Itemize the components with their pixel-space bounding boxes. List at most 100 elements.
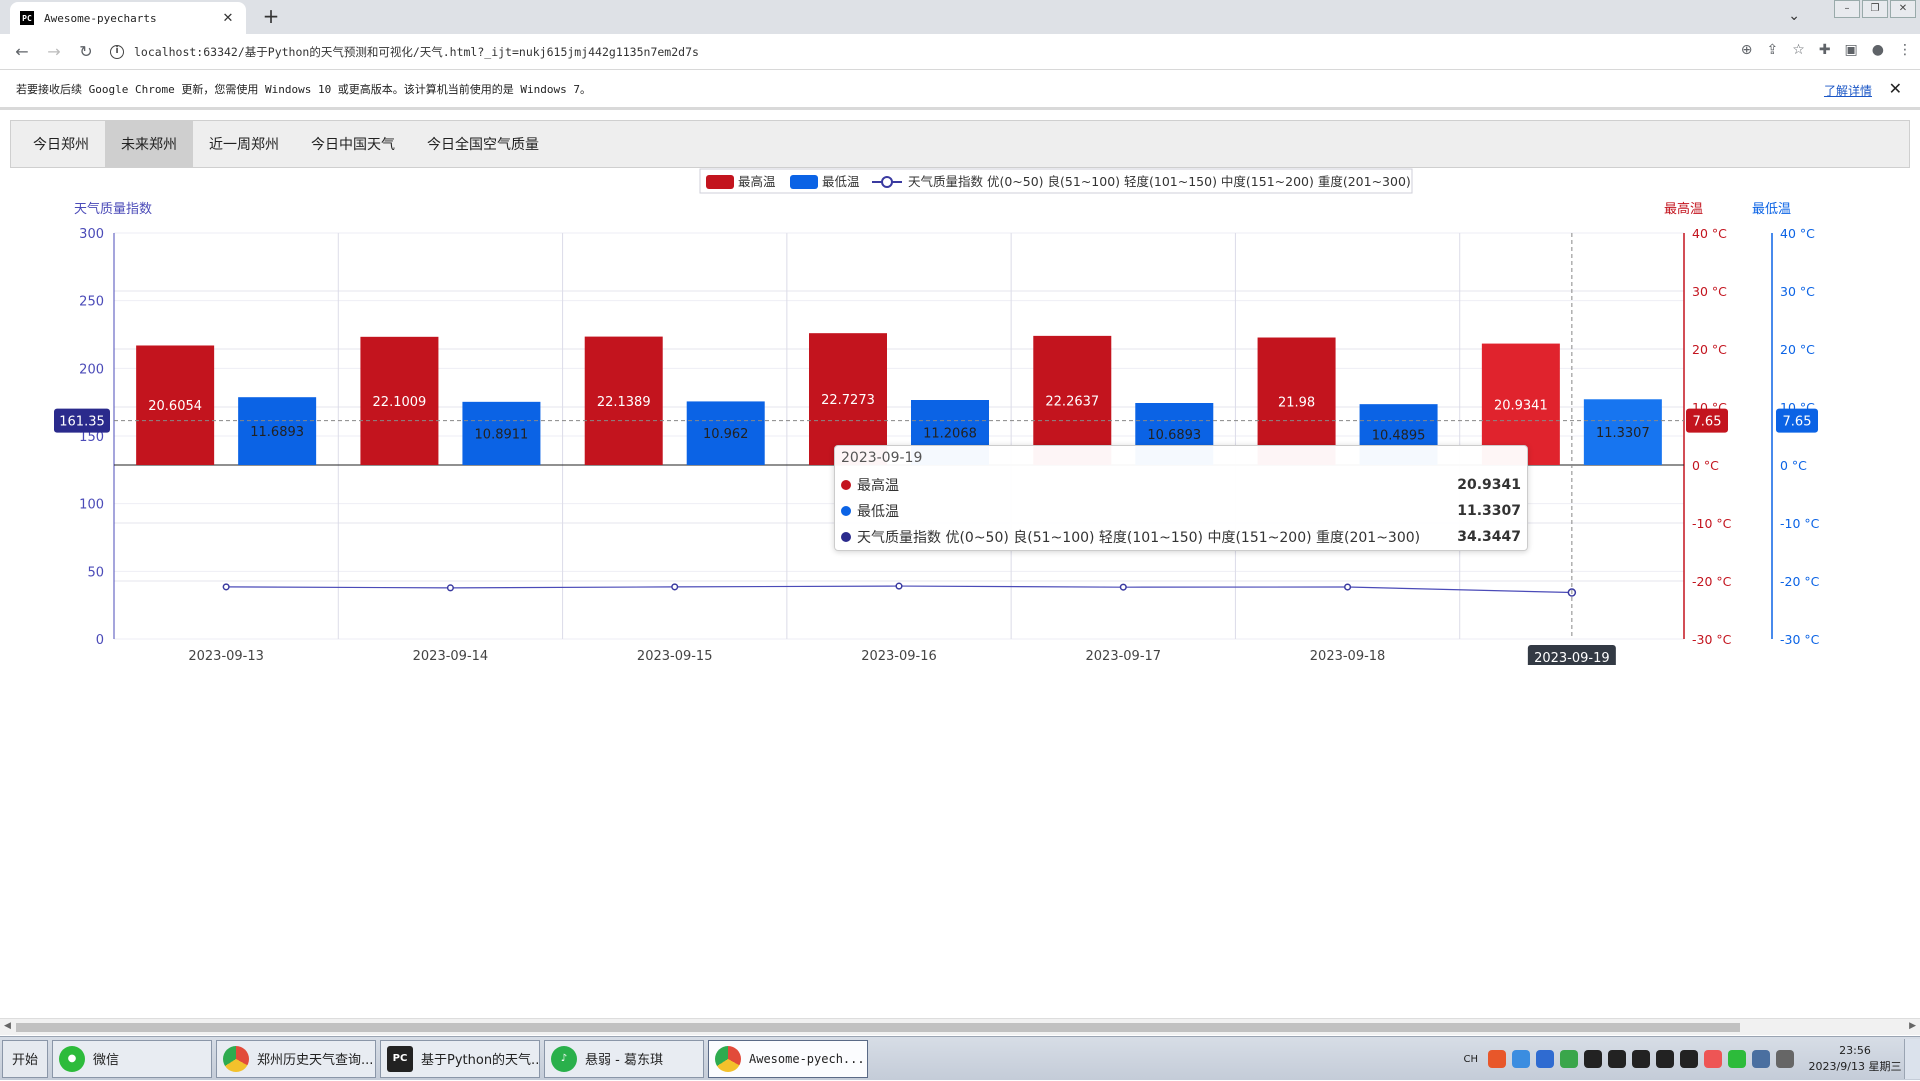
task-chrome-awesome[interactable]: Awesome-pyech...: [708, 1039, 868, 1078]
scroll-left-icon[interactable]: ◀: [4, 1021, 11, 1031]
tmax-tick-label: -10 °C: [1692, 516, 1732, 531]
volume-icon[interactable]: [1776, 1050, 1794, 1068]
tab-china-weather[interactable]: 今日中国天气: [295, 121, 411, 167]
task-label: 悬弱 - 葛东琪: [585, 1053, 663, 1068]
forward-icon[interactable]: →: [38, 42, 70, 61]
tmin-tick-label: -30 °C: [1780, 632, 1820, 647]
tab-future-zhengzhou[interactable]: 未来郑州: [105, 121, 193, 167]
input-language[interactable]: CH: [1463, 1054, 1478, 1065]
back-icon[interactable]: ←: [6, 42, 38, 61]
scroll-right-icon[interactable]: ▶: [1909, 1021, 1916, 1031]
tooltip-date: 2023-09-19: [841, 450, 923, 466]
network-icon[interactable]: [1752, 1050, 1770, 1068]
horizontal-scrollbar[interactable]: ◀ ▶: [0, 1018, 1920, 1035]
crosshair-x-label: 2023-09-19: [1534, 651, 1610, 665]
bookmark-star-icon[interactable]: ☆: [1792, 42, 1805, 58]
tab-week-zhengzhou[interactable]: 近一周郑州: [193, 121, 295, 167]
url-text[interactable]: localhost:63342/基于Python的天气预测和可视化/天气.htm…: [134, 44, 699, 60]
learn-more-link[interactable]: 了解详情: [1824, 82, 1872, 99]
tooltip-row-tmax: 最高温 20.9341: [841, 472, 1521, 498]
qq-icon[interactable]: [1656, 1050, 1674, 1068]
tmin-tick-label: -10 °C: [1780, 516, 1820, 531]
security-icon[interactable]: [1560, 1050, 1578, 1068]
qq-icon[interactable]: [1632, 1050, 1650, 1068]
tmax-tick-label: 0 °C: [1692, 458, 1719, 473]
new-tab-button[interactable]: +: [260, 6, 282, 28]
tmax-tick-label: -30 °C: [1692, 632, 1732, 647]
start-button[interactable]: 开始: [2, 1039, 48, 1078]
task-pycharm[interactable]: PC 基于Python的天气...: [380, 1039, 540, 1078]
minimize-button[interactable]: –: [1834, 0, 1860, 18]
bar-label-tmax: 22.2637: [1045, 394, 1099, 409]
restore-button[interactable]: ❐: [1862, 0, 1888, 18]
x-tick-label: 2023-09-16: [861, 649, 937, 664]
chart-svg[interactable]: 天气质量指数 最高温 最低温050100150200250300-30 °C-20 …: [0, 165, 1920, 665]
tooltip-value-tmax: 20.9341: [1457, 477, 1521, 493]
extensions-icon[interactable]: ✚: [1819, 42, 1831, 58]
browser-toolbar: ← → ↻ i localhost:63342/基于Python的天气预测和可视…: [0, 34, 1920, 70]
windows-taskbar: 开始 ● 微信 郑州历史天气查询... PC 基于Python的天气... ♪ …: [0, 1036, 1920, 1080]
wechat-tray-icon[interactable]: [1728, 1050, 1746, 1068]
tray-icons: [1488, 1050, 1794, 1068]
bar-label-tmin: 10.962: [703, 427, 749, 442]
tmax-axis-title: 最高温: [1664, 201, 1703, 217]
clock[interactable]: 23:56 2023/9/13 星期三: [1806, 1043, 1904, 1075]
tooltip-name-tmax: 最高温: [857, 478, 899, 494]
crosshair-tmax-label: 7.65: [1693, 415, 1722, 430]
legend-label-tmin: 最低温: [822, 174, 860, 189]
browser-tab-title: Awesome-pyecharts: [44, 11, 157, 25]
bar-label-tmin: 11.3307: [1596, 426, 1650, 441]
site-info-icon[interactable]: i: [110, 45, 124, 59]
tooltip-row-aqi: 天气质量指数 优(0~50) 良(51~100) 轻度(101~150) 中度(…: [841, 524, 1521, 550]
zoom-icon[interactable]: ⊕: [1741, 42, 1753, 58]
close-window-button[interactable]: ✕: [1890, 0, 1916, 18]
bar-label-tmin: 11.2068: [923, 427, 977, 442]
qq-icon[interactable]: [1608, 1050, 1626, 1068]
bar-label-tmax: 20.9341: [1494, 398, 1548, 413]
sogou-icon[interactable]: [1488, 1050, 1506, 1068]
task-label: 微信: [93, 1053, 120, 1068]
tab-close-icon[interactable]: ✕: [220, 11, 236, 26]
app-icon[interactable]: [1704, 1050, 1722, 1068]
legend-swatch-tmin: [790, 175, 818, 189]
task-label: 郑州历史天气查询...: [257, 1053, 374, 1068]
bar-label-tmin: 10.4895: [1372, 429, 1426, 444]
shield-icon[interactable]: [1536, 1050, 1554, 1068]
tab-search-chevron-icon[interactable]: ⌄: [1788, 8, 1800, 24]
address-bar[interactable]: i localhost:63342/基于Python的天气预测和可视化/天气.h…: [110, 38, 1700, 66]
window-controls: – ❐ ✕: [1832, 0, 1916, 18]
tmin-axis-title: 最低温: [1752, 202, 1791, 217]
tab-today-zhengzhou[interactable]: 今日郑州: [17, 121, 105, 167]
qq-icon[interactable]: [1584, 1050, 1602, 1068]
tab-national-air-quality[interactable]: 今日全国空气质量: [411, 121, 555, 167]
show-desktop-button[interactable]: [1904, 1039, 1920, 1079]
browser-tab[interactable]: PC Awesome-pyecharts ✕: [10, 2, 246, 34]
profile-icon[interactable]: ●: [1872, 42, 1884, 58]
side-panel-icon[interactable]: ▣: [1845, 42, 1858, 58]
share-icon[interactable]: ⇪: [1767, 42, 1779, 58]
x-tick-label: 2023-09-13: [188, 649, 264, 664]
scrollbar-thumb[interactable]: [16, 1023, 1740, 1032]
task-wechat[interactable]: ● 微信: [52, 1039, 212, 1078]
tooltip-value-aqi: 34.3447: [1457, 529, 1521, 545]
bar-label-tmax: 21.98: [1278, 395, 1315, 410]
aqi-point: [671, 583, 679, 591]
aqi-tick-label: 300: [79, 227, 104, 242]
aqi-point: [1344, 583, 1352, 591]
task-chrome-history[interactable]: 郑州历史天气查询...: [216, 1039, 376, 1078]
update-infobar: 若要接收后续 Google Chrome 更新，您需使用 Windows 10 …: [0, 70, 1920, 110]
weather-chart[interactable]: 天气质量指数 最高温 最低温 0 50 100 150 200 250 300 -30 °C -20 …: [0, 165, 1920, 665]
bar-label-tmax: 20.6054: [148, 399, 202, 414]
reload-icon[interactable]: ↻: [70, 42, 102, 61]
aqi-point: [446, 584, 454, 592]
task-music[interactable]: ♪ 悬弱 - 葛东琪: [544, 1039, 704, 1078]
wechat-icon: ●: [59, 1045, 85, 1072]
aqi-tick-label: 50: [87, 565, 104, 580]
qq-icon[interactable]: [1680, 1050, 1698, 1068]
cloud-icon[interactable]: [1512, 1050, 1530, 1068]
infobar-close-icon[interactable]: ✕: [1889, 79, 1902, 98]
legend-swatch-tmax: [706, 175, 734, 189]
tooltip-name-aqi: 天气质量指数 优(0~50) 良(51~100) 轻度(101~150) 中度(…: [857, 530, 1421, 546]
menu-kebab-icon[interactable]: ⋮: [1898, 42, 1912, 58]
tmax-tick-label: -20 °C: [1692, 574, 1732, 589]
